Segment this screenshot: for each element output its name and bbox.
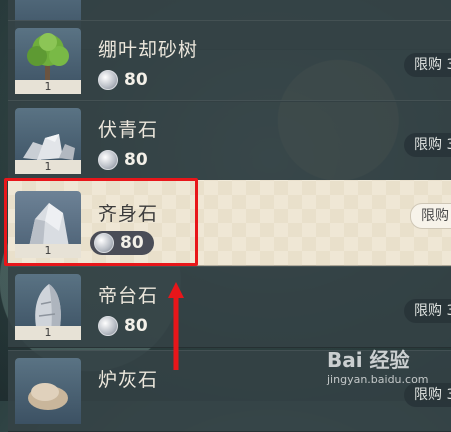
purchase-limit-badge: 限购 3	[404, 53, 451, 77]
purchase-limit-badge: 限购 3	[410, 203, 451, 229]
item-name: 帝台石	[98, 285, 159, 307]
item-name: 炉灰石	[98, 369, 159, 391]
purchase-limit-badge: 限购 3	[404, 299, 451, 323]
item-count: 1	[15, 326, 81, 340]
list-item-3[interactable]: 1 帝台石 80 限购 3	[8, 266, 451, 348]
item-name: 伏青石	[98, 119, 159, 141]
watermark: Bai 经验 jingyan.baidu.com	[327, 344, 447, 394]
item-count: 1	[15, 160, 81, 174]
coin-icon	[98, 70, 118, 90]
item-name: 绷叶却砂树	[98, 39, 199, 61]
pointer-arrow-icon	[168, 282, 184, 370]
purchase-limit-badge: 限购 3	[404, 133, 451, 157]
item-price: 80	[94, 148, 164, 172]
item-price: 80	[94, 68, 164, 92]
selection-highlight-box	[4, 178, 198, 266]
item-count: 1	[15, 80, 81, 94]
ash-rock-icon	[15, 358, 81, 424]
item-price: 80	[94, 314, 164, 338]
coin-icon	[98, 316, 118, 336]
watermark-logo: Bai 经验	[327, 348, 410, 372]
watermark-url: jingyan.baidu.com	[327, 373, 429, 386]
list-item-1[interactable]: 1 伏青石 80 限购 3	[8, 100, 451, 182]
coin-icon	[98, 150, 118, 170]
list-item-0[interactable]: 1 绷叶却砂树 80 限购 3	[8, 20, 451, 102]
